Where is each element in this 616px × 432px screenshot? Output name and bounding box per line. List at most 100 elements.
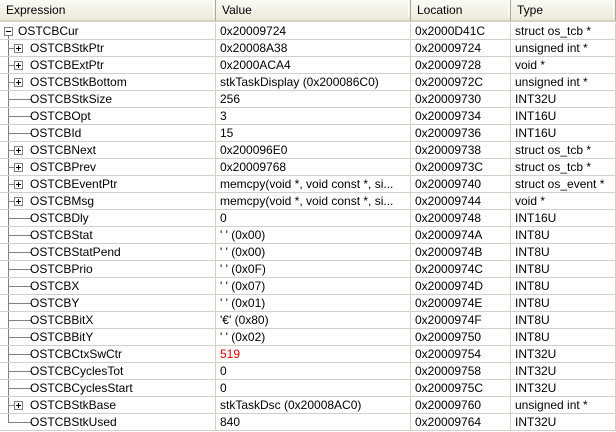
expression-cell[interactable]: OSTCBBitY — [0, 329, 216, 346]
watch-row[interactable]: OSTCBStatPend ' ' (0x00) 0x2000974B INT8U — [0, 244, 616, 261]
value-cell[interactable]: memcpy(void *, void const *, si... — [216, 176, 411, 193]
watch-row[interactable]: OSTCBStkBottom stkTaskDisplay (0x200086C0… — [0, 74, 616, 91]
value-cell[interactable]: 0x2000ACA4 — [216, 57, 411, 74]
watch-row[interactable]: OSTCBExtPtr 0x2000ACA4 0x20009728 void * — [0, 57, 616, 74]
type-cell: struct os_event * — [511, 176, 616, 193]
tree-branch — [8, 320, 32, 321]
value-cell[interactable]: 0x20009768 — [216, 159, 411, 176]
expression-cell[interactable]: OSTCBStatPend — [0, 244, 216, 261]
value-cell[interactable]: 15 — [216, 125, 411, 142]
expression-cell[interactable]: OSTCBStat — [0, 227, 216, 244]
value-cell[interactable]: ' ' (0x01) — [216, 295, 411, 312]
plus-box-icon[interactable] — [14, 44, 23, 53]
expression-cell[interactable]: OSTCBPrio — [0, 261, 216, 278]
expression-cell[interactable]: OSTCBCyclesTot — [0, 363, 216, 380]
watch-row[interactable]: OSTCBMsg memcpy(void *, void const *, si.… — [0, 193, 616, 210]
expression-cell[interactable]: OSTCBDly — [0, 210, 216, 227]
expression-cell[interactable]: OSTCBCtxSwCtr — [0, 346, 216, 363]
expression-cell[interactable]: OSTCBOpt — [0, 108, 216, 125]
minus-box-icon[interactable] — [4, 27, 13, 36]
value-cell[interactable]: 0x200096E0 — [216, 142, 411, 159]
value-cell[interactable]: 840 — [216, 414, 411, 431]
watch-row[interactable]: OSTCBStkPtr 0x20008A38 0x20009724 unsigned … — [0, 40, 616, 57]
watch-row[interactable]: OSTCBStkSize 256 0x20009730 INT32U — [0, 91, 616, 108]
column-header-expression[interactable]: Expression — [0, 0, 216, 22]
value-cell[interactable]: ' ' (0x00) — [216, 227, 411, 244]
column-header-value[interactable]: Value — [216, 0, 411, 22]
plus-box-icon[interactable] — [14, 197, 23, 206]
expression-cell[interactable]: OSTCBStkSize — [0, 91, 216, 108]
value-cell[interactable]: stkTaskDsc (0x20008AC0) — [216, 397, 411, 414]
value-cell[interactable]: 3 — [216, 108, 411, 125]
expression-label: OSTCBNext — [30, 143, 97, 157]
expression-cell[interactable]: OSTCBX — [0, 278, 216, 295]
watch-row[interactable]: OSTCBStat ' ' (0x00) 0x2000974A INT8U — [0, 227, 616, 244]
expression-cell[interactable]: OSTCBExtPtr — [0, 57, 216, 74]
expression-cell[interactable]: OSTCBStkPtr — [0, 40, 216, 57]
watch-row[interactable]: OSTCBCyclesStart 0 0x2000975C INT32U — [0, 380, 616, 397]
location-cell: 0x20009730 — [411, 91, 511, 108]
watch-row[interactable]: OSTCBCtxSwCtr 519 0x20009754 INT32U — [0, 346, 616, 363]
watch-row[interactable]: OSTCBStkUsed 840 0x20009764 INT32U — [0, 414, 616, 431]
watch-row[interactable]: OSTCBBitY ' ' (0x02) 0x20009750 INT8U — [0, 329, 616, 346]
watch-row[interactable]: OSTCBPrev 0x20009768 0x2000973C struct os_t… — [0, 159, 616, 176]
type-cell: INT8U — [511, 244, 616, 261]
watch-row[interactable]: OSTCBX ' ' (0x07) 0x2000974D INT8U — [0, 278, 616, 295]
watch-row[interactable]: OSTCBDly 0 0x20009748 INT16U — [0, 210, 616, 227]
expression-cell[interactable]: OSTCBY — [0, 295, 216, 312]
expression-cell[interactable]: OSTCBBitX — [0, 312, 216, 329]
type-cell: void * — [511, 57, 616, 74]
value-cell[interactable]: stkTaskDisplay (0x200086C0) — [216, 74, 411, 91]
plus-box-icon[interactable] — [14, 78, 23, 87]
value-cell[interactable]: 0 — [216, 210, 411, 227]
watch-row[interactable]: OSTCBPrio ' ' (0x0F) 0x2000974C INT8U — [0, 261, 616, 278]
expression-cell[interactable]: OSTCBCyclesStart — [0, 380, 216, 397]
value-cell[interactable]: ' ' (0x07) — [216, 278, 411, 295]
value-cell[interactable]: 0 — [216, 363, 411, 380]
expression-cell[interactable]: OSTCBCur — [0, 23, 216, 40]
column-header-location[interactable]: Location — [411, 0, 511, 22]
column-header-type[interactable]: Type — [511, 0, 616, 22]
watch-row[interactable]: OSTCBOpt 3 0x20009734 INT16U — [0, 108, 616, 125]
value-cell[interactable]: ' ' (0x00) — [216, 244, 411, 261]
expression-label: OSTCBMsg — [30, 194, 95, 208]
location-cell: 0x20009750 — [411, 329, 511, 346]
value-cell[interactable]: ' ' (0x02) — [216, 329, 411, 346]
tree-branch — [8, 422, 32, 423]
expression-cell[interactable]: OSTCBNext — [0, 142, 216, 159]
plus-box-icon[interactable] — [14, 180, 23, 189]
type-cell: INT32U — [511, 363, 616, 380]
watch-row[interactable]: OSTCBStkBase stkTaskDsc (0x20008AC0) 0x200… — [0, 397, 616, 414]
expression-cell[interactable]: OSTCBId — [0, 125, 216, 142]
location-cell: 0x20009738 — [411, 142, 511, 159]
expression-cell[interactable]: OSTCBEventPtr — [0, 176, 216, 193]
value-cell[interactable]: '€' (0x80) — [216, 312, 411, 329]
value-cell[interactable]: 0 — [216, 380, 411, 397]
watch-row[interactable]: OSTCBNext 0x200096E0 0x20009738 struct os_t… — [0, 142, 616, 159]
watch-row[interactable]: OSTCBId 15 0x20009736 INT16U — [0, 125, 616, 142]
value-cell[interactable]: memcpy(void *, void const *, si... — [216, 193, 411, 210]
location-cell: 0x2000975C — [411, 380, 511, 397]
value-cell[interactable]: 519 — [216, 346, 411, 363]
value-cell[interactable]: 0x20008A38 — [216, 40, 411, 57]
plus-box-icon[interactable] — [14, 163, 23, 172]
value-cell[interactable]: ' ' (0x0F) — [216, 261, 411, 278]
plus-box-icon[interactable] — [14, 61, 23, 70]
expression-cell[interactable]: OSTCBStkBase — [0, 397, 216, 414]
watch-row[interactable]: OSTCBY ' ' (0x01) 0x2000974E INT8U — [0, 295, 616, 312]
plus-box-icon[interactable] — [14, 401, 23, 410]
expression-label: OSTCBBitY — [30, 330, 94, 344]
expression-label: OSTCBCyclesTot — [30, 364, 124, 378]
expression-label: OSTCBStkBase — [30, 398, 117, 412]
watch-row[interactable]: OSTCBBitX '€' (0x80) 0x2000974F INT8U — [0, 312, 616, 329]
watch-row[interactable]: OSTCBEventPtr memcpy(void *, void const *… — [0, 176, 616, 193]
watch-row[interactable]: OSTCBCur 0x20009724 0x2000D41C struct os_tc… — [0, 23, 616, 40]
value-cell[interactable]: 0x20009724 — [216, 23, 411, 40]
expression-cell[interactable]: OSTCBPrev — [0, 159, 216, 176]
watch-row[interactable]: OSTCBCyclesTot 0 0x20009758 INT32U — [0, 363, 616, 380]
plus-box-icon[interactable] — [14, 146, 23, 155]
value-cell[interactable]: 256 — [216, 91, 411, 108]
expression-cell[interactable]: OSTCBStkBottom — [0, 74, 216, 91]
expression-cell[interactable]: OSTCBMsg — [0, 193, 216, 210]
expression-cell[interactable]: OSTCBStkUsed — [0, 414, 216, 431]
